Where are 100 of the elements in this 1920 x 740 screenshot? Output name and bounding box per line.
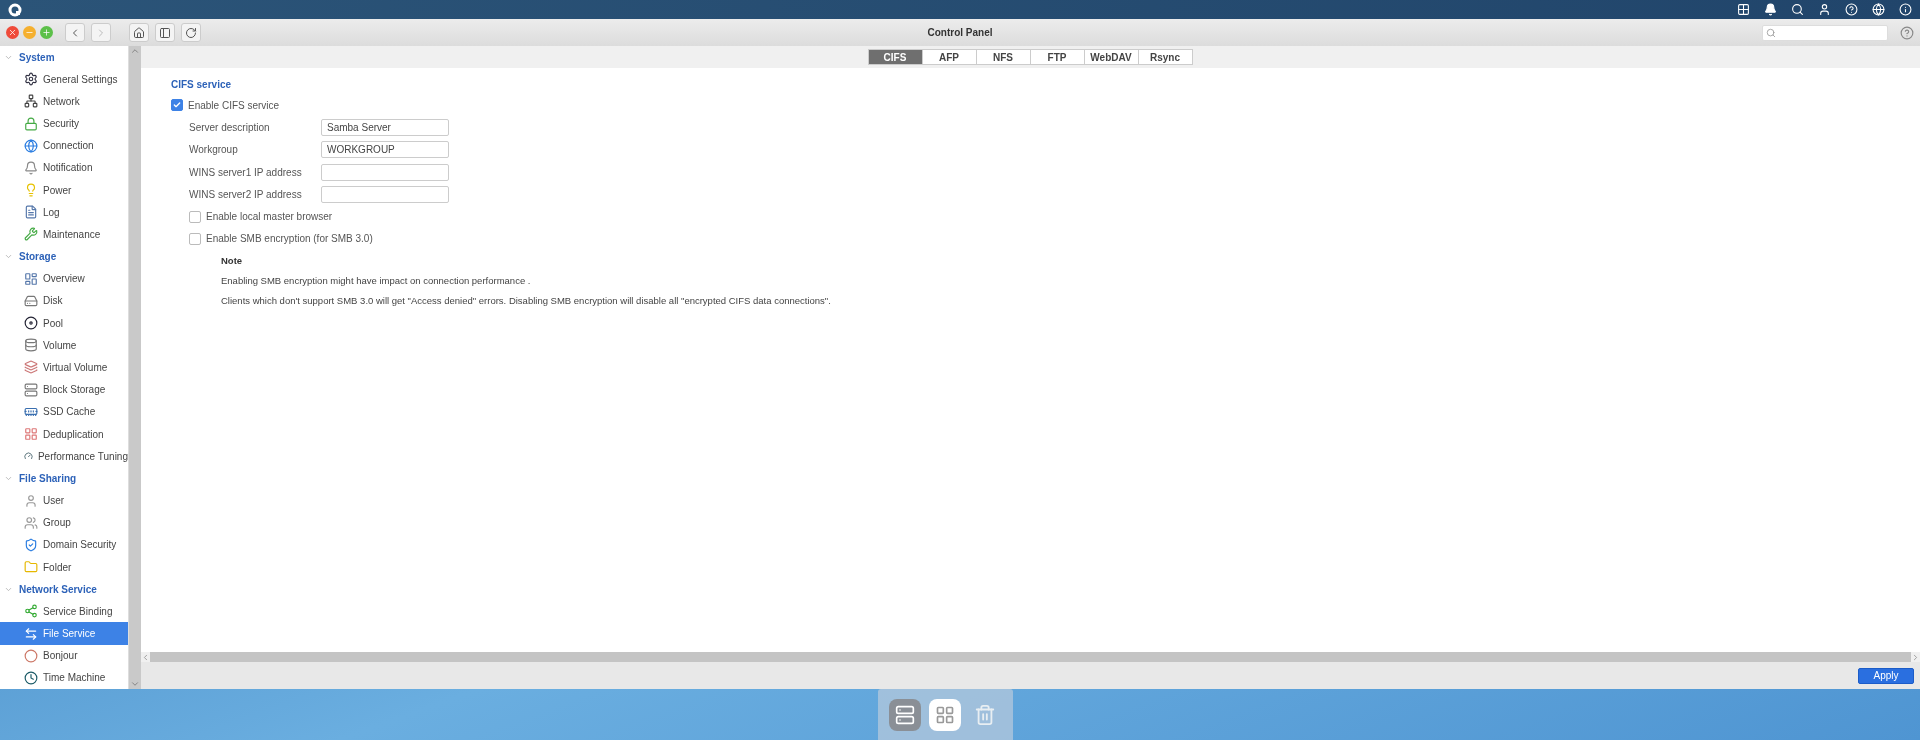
chevron-right-icon [1911, 652, 1920, 662]
checkbox[interactable] [189, 210, 201, 223]
transfer-icon [24, 626, 38, 641]
sidebar-item[interactable]: Domain Security [0, 533, 128, 556]
back-button[interactable] [65, 23, 85, 42]
field-label: WINS server1 IP address [189, 166, 303, 178]
sidebar-item[interactable]: Performance Tuning [0, 445, 128, 468]
search-field[interactable] [1762, 24, 1888, 41]
maximize-button[interactable] [40, 26, 53, 39]
tab[interactable]: FTP [1029, 49, 1085, 65]
field-label: Workgroup [189, 144, 239, 156]
bell-icon[interactable] [1764, 3, 1777, 16]
checkbox[interactable] [171, 99, 183, 112]
sidebar-item[interactable]: Service Binding [0, 600, 128, 623]
input-field[interactable]: WORKGROUP [321, 141, 449, 159]
sidebar-item[interactable]: Deduplication [0, 422, 128, 446]
user-icon[interactable] [1818, 3, 1831, 16]
search-icon [1766, 27, 1776, 38]
sidebar-item[interactable]: Group [0, 511, 128, 534]
document-icon [24, 205, 38, 220]
refresh-icon [185, 26, 197, 39]
tab[interactable]: Rsync [1137, 49, 1193, 65]
chevron-down-icon [130, 679, 140, 689]
input-field[interactable] [321, 163, 449, 181]
tab[interactable]: AFP [921, 49, 977, 65]
clock-icon [24, 670, 38, 685]
sidebar-item[interactable]: Network [0, 90, 128, 113]
sidebar-toggle-button[interactable] [155, 23, 175, 42]
wrench-icon [24, 227, 38, 242]
sidebar-group[interactable]: File Sharing [0, 467, 128, 490]
scrollbar[interactable] [128, 46, 141, 689]
user-icon [24, 493, 38, 508]
sidebar-item[interactable]: File Service [0, 622, 128, 645]
sidebar-group[interactable]: System [0, 46, 128, 69]
sidebar-item[interactable]: Bonjour [0, 644, 128, 667]
dashboard-icon [24, 271, 38, 286]
sidebar-item[interactable]: Disk [0, 289, 128, 313]
checkbox-label: Enable local master browser [206, 211, 333, 223]
close-button[interactable] [6, 26, 19, 39]
sidebar-item[interactable]: Log [0, 201, 128, 224]
input-field[interactable] [321, 185, 449, 203]
sidebar-item[interactable]: Block Storage [0, 378, 128, 401]
sidebar-item[interactable]: User [0, 489, 128, 512]
horizontal-scrollbar[interactable] [141, 652, 1920, 662]
chevron-left-icon [141, 652, 150, 662]
sidebar-item[interactable]: SSD Cache [0, 400, 128, 423]
note-text: Enabling SMB encryption might have impact on connection performance . [221, 274, 531, 286]
nodes-icon [24, 604, 38, 619]
folder-icon [24, 560, 38, 575]
checkbox-label: Enable CIFS service [188, 99, 280, 111]
refresh-button[interactable] [181, 23, 201, 42]
network-icon [24, 94, 38, 109]
grid-icon[interactable] [1737, 3, 1750, 16]
checkbox-label: Enable SMB encryption (for SMB 3.0) [206, 233, 373, 245]
search-icon[interactable] [1791, 3, 1804, 16]
field-label: WINS server2 IP address [189, 188, 303, 200]
field-label: Server description [189, 121, 271, 133]
tab[interactable]: NFS [975, 49, 1031, 65]
database-icon [24, 338, 38, 353]
layers-icon [24, 360, 38, 375]
plus-icon [42, 28, 51, 37]
sidebar-item[interactable]: Virtual Volume [0, 356, 128, 379]
window-title: Control Panel [927, 27, 993, 38]
sidebar-item[interactable]: Pool [0, 312, 128, 335]
sidebar-group[interactable]: Storage [0, 245, 128, 268]
grid-icon [24, 427, 38, 441]
users-icon [24, 515, 38, 530]
lock-icon [24, 116, 38, 131]
sidebar-item[interactable]: Time Machine [0, 666, 128, 689]
tab[interactable]: CIFS [867, 49, 923, 65]
checkbox[interactable] [189, 232, 201, 245]
info-icon[interactable] [1899, 3, 1912, 16]
globe-icon[interactable] [1872, 3, 1885, 16]
sidebar-item[interactable]: Security [0, 112, 128, 135]
sidebar-item[interactable]: Folder [0, 555, 128, 579]
logo-icon [8, 2, 22, 17]
panel-icon [159, 26, 171, 39]
forward-button[interactable] [91, 23, 111, 42]
sidebar-item[interactable]: Power [0, 179, 128, 202]
sidebar-item[interactable]: Maintenance [0, 223, 128, 246]
input-field[interactable]: Samba Server [321, 118, 449, 136]
sidebar-item[interactable]: Volume [0, 334, 128, 357]
server-icon [24, 382, 38, 397]
sidebar-item[interactable]: Notification [0, 156, 128, 180]
shield-icon [24, 537, 38, 552]
sidebar-group[interactable]: Network Service [0, 578, 128, 601]
sidebar-item[interactable]: General Settings [0, 68, 128, 91]
sidebar-item[interactable]: Overview [0, 267, 128, 290]
apply-button[interactable]: Apply [1858, 667, 1914, 684]
note-title: Note [220, 253, 244, 268]
lightbulb-icon [24, 183, 38, 198]
sidebar-item[interactable]: Connection [0, 134, 128, 157]
app-grid-dock-icon[interactable] [929, 698, 961, 731]
section-title: CIFS service [171, 77, 233, 92]
minimize-button[interactable] [23, 26, 36, 39]
chevron-up-icon [130, 46, 140, 56]
tab[interactable]: WebDAV [1083, 49, 1139, 65]
disc-icon [24, 316, 38, 331]
home-button[interactable] [129, 23, 149, 42]
globe-icon [24, 138, 38, 153]
